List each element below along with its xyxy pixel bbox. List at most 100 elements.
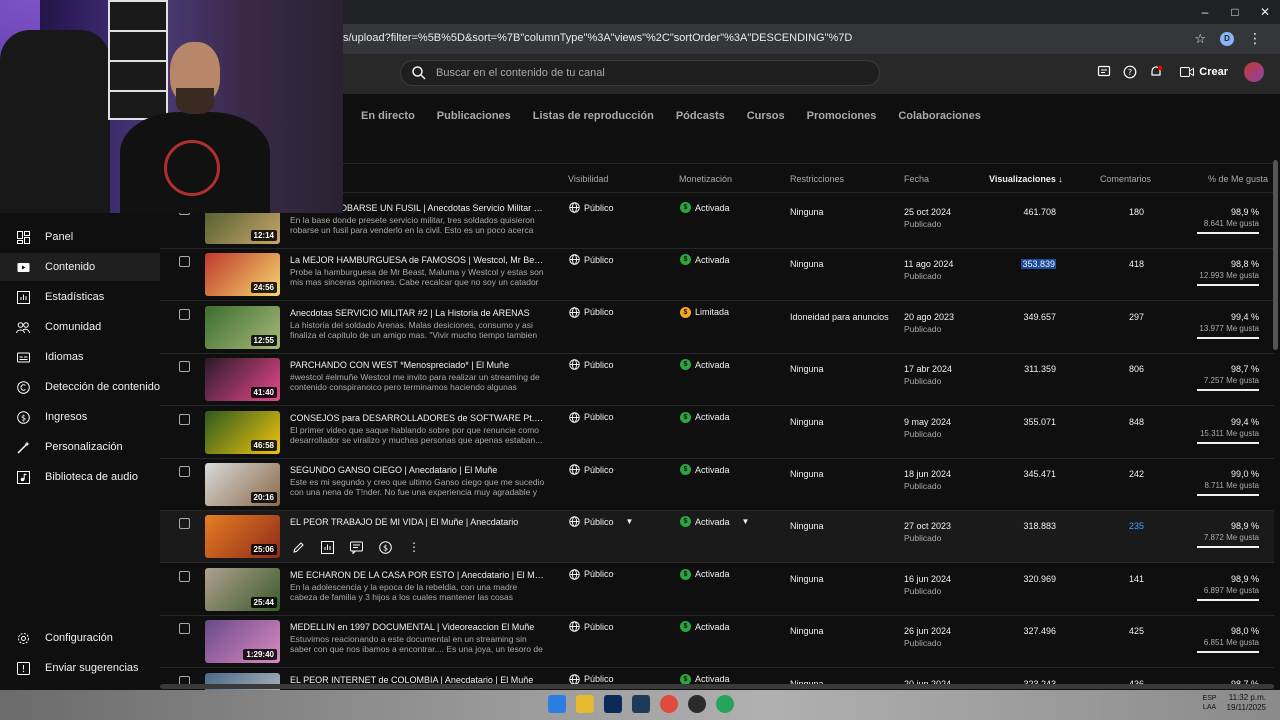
whatsapp-icon[interactable]: [716, 695, 734, 713]
comments-cell[interactable]: 235: [1129, 521, 1144, 531]
language-code: ESP: [1202, 695, 1217, 702]
likes-ratio-bar: [1197, 284, 1259, 287]
table-row[interactable]: 12:55 Anecdotas SERVICIO MILITAR #2 | La …: [160, 302, 1274, 354]
video-thumbnail[interactable]: 25:06: [205, 515, 280, 559]
horizontal-scrollbar[interactable]: [160, 684, 1274, 689]
globe-icon: [569, 464, 580, 475]
sidebar-item-sugerencias[interactable]: Enviar sugerencias: [0, 654, 160, 682]
avatar[interactable]: [1244, 62, 1264, 82]
row-checkbox[interactable]: [179, 623, 190, 635]
sidebar-item-ingresos[interactable]: $ Ingresos: [0, 403, 160, 431]
profile-icon[interactable]: D: [1220, 31, 1234, 46]
table-row[interactable]: 46:58 CONSEJOS para DESARROLLADORES de SO…: [160, 407, 1274, 459]
video-thumbnail[interactable]: 25:44: [205, 567, 280, 611]
video-thumbnail[interactable]: 41:40: [205, 358, 280, 402]
start-icon[interactable]: [548, 695, 566, 713]
clock[interactable]: 11:32 p.m. 19/11/2025: [1227, 693, 1266, 713]
col-likes[interactable]: % de Me gusta: [1208, 174, 1268, 184]
row-checkbox[interactable]: [179, 413, 190, 425]
video-title[interactable]: Anecdotas SERVICIO MILITAR #2 | La Histo…: [290, 308, 545, 318]
url-field[interactable]: s/upload?filter=%5B%5D&sort=%7B"columnTy…: [343, 32, 852, 44]
video-title[interactable]: PARCHANDO CON WEST *Menospreciado* | El …: [290, 360, 545, 370]
language-indicator[interactable]: ESP LAA: [1203, 694, 1217, 712]
row-checkbox[interactable]: [179, 518, 190, 530]
video-thumbnail[interactable]: 24:56: [205, 253, 280, 297]
sidebar-item-comunidad[interactable]: Comunidad: [0, 313, 160, 341]
sidebar-item-configuracion[interactable]: Configuración: [0, 624, 160, 652]
notifications-icon[interactable]: [1148, 64, 1164, 80]
col-views[interactable]: Visualizaciones ↓: [989, 174, 1063, 184]
chevron-down-icon[interactable]: ▼: [742, 517, 750, 526]
file-explorer-icon[interactable]: [576, 695, 594, 713]
monetization-label: Activada: [695, 359, 730, 370]
sidebar-item-estadisticas[interactable]: Estadísticas: [0, 283, 160, 311]
sidebar-item-panel[interactable]: Panel: [0, 223, 160, 251]
sidebar-item-personalizacion[interactable]: Personalización: [0, 433, 160, 461]
table-row[interactable]: 25:44 ME ECHARON DE LA CASA POR ESTO | An…: [160, 564, 1274, 616]
sidebar-item-biblioteca-audio[interactable]: Biblioteca de audio: [0, 463, 160, 491]
video-thumbnail[interactable]: 46:58: [205, 410, 280, 454]
maximize-button[interactable]: □: [1220, 0, 1250, 24]
photoshop-icon[interactable]: [604, 695, 622, 713]
row-checkbox[interactable]: [179, 570, 190, 582]
close-button[interactable]: ✕: [1250, 0, 1280, 24]
date-cell: 9 may 2024: [904, 416, 952, 427]
chevron-down-icon[interactable]: ▼: [626, 517, 634, 526]
video-title[interactable]: ME ECHARON DE LA CASA POR ESTO | Anecdat…: [290, 570, 545, 580]
col-date[interactable]: Fecha: [904, 174, 929, 184]
video-thumbnail[interactable]: 20:16: [205, 463, 280, 506]
table-row[interactable]: 25:06 EL PEOR TRABAJO DE MI VIDA | El Muñ…: [160, 511, 1274, 564]
video-title[interactable]: La MEJOR HAMBURGUESA de FAMOSOS | Westco…: [290, 255, 545, 265]
table-row[interactable]: 24:56 La MEJOR HAMBURGUESA de FAMOSOS | W…: [160, 249, 1274, 302]
comments-icon[interactable]: [348, 539, 364, 555]
tab-publicaciones[interactable]: Publicaciones: [437, 110, 511, 122]
sidebar-item-idiomas[interactable]: Idiomas: [0, 343, 160, 371]
row-checkbox[interactable]: [179, 308, 190, 320]
tab-en-directo[interactable]: En directo: [361, 110, 415, 122]
tab-podcasts[interactable]: Pódcasts: [676, 110, 725, 122]
col-comments[interactable]: Comentarios: [1100, 174, 1151, 184]
sidebar-item-label: Biblioteca de audio: [45, 471, 138, 483]
table-row[interactable]: 41:40 PARCHANDO CON WEST *Menospreciado* …: [160, 354, 1274, 407]
obs-icon[interactable]: [688, 695, 706, 713]
row-checkbox[interactable]: [179, 361, 190, 373]
video-title[interactable]: CONSEJOS para DESARROLLADORES de SOFTWAR…: [290, 413, 545, 423]
col-restrictions[interactable]: Restricciones: [790, 174, 844, 184]
tab-listas[interactable]: Listas de reproducción: [533, 110, 654, 122]
analytics-icon[interactable]: [319, 539, 335, 555]
col-visibility[interactable]: Visibilidad: [568, 174, 608, 184]
content-tabs: En directo Publicaciones Listas de repro…: [361, 110, 981, 122]
col-monetization[interactable]: Monetización: [679, 174, 732, 184]
help-icon[interactable]: ?: [1122, 64, 1138, 80]
sidebar-item-deteccion[interactable]: Detección de contenido: [0, 373, 160, 401]
monetization-cell[interactable]: $ Activada ▼: [680, 516, 750, 528]
video-title[interactable]: MEDELLIN en 1997 DOCUMENTAL | Videoreacc…: [290, 622, 545, 632]
video-title[interactable]: SEGUNDO GANSO CIEGO | Anecdatario | El M…: [290, 465, 545, 475]
edit-pencil-icon[interactable]: [290, 539, 306, 555]
row-checkbox[interactable]: [179, 256, 190, 268]
chrome-icon[interactable]: [660, 695, 678, 713]
video-thumbnail[interactable]: 1:29:40: [205, 620, 280, 664]
create-button[interactable]: Crear: [1174, 63, 1234, 81]
tab-cursos[interactable]: Cursos: [747, 110, 785, 122]
tab-promociones[interactable]: Promociones: [807, 110, 877, 122]
row-checkbox[interactable]: [179, 466, 190, 477]
more-options-icon[interactable]: ⋮: [406, 539, 422, 555]
table-row[interactable]: 1:29:40 MEDELLIN en 1997 DOCUMENTAL | Vid…: [160, 616, 1274, 669]
visibility-cell[interactable]: Público ▼: [569, 516, 634, 528]
video-title[interactable]: EL PEOR TRABAJO DE MI VIDA | El Muñe | A…: [290, 517, 545, 527]
bookmark-star-icon[interactable]: ☆: [1194, 31, 1206, 47]
browser-menu-icon[interactable]: ⋮: [1248, 30, 1262, 47]
search-bar[interactable]: Buscar en el contenido de tu canal: [400, 60, 880, 86]
window-controls: – □ ✕: [1190, 0, 1280, 24]
search-input[interactable]: Buscar en el contenido de tu canal: [436, 67, 605, 79]
tab-colaboraciones[interactable]: Colaboraciones: [898, 110, 981, 122]
table-row[interactable]: 20:16 SEGUNDO GANSO CIEGO | Anecdatario |…: [160, 459, 1274, 511]
messages-icon[interactable]: [1096, 64, 1112, 80]
powershell-icon[interactable]: [632, 695, 650, 713]
sidebar-item-contenido[interactable]: Contenido: [0, 253, 160, 281]
monetization-dollar-icon[interactable]: $: [377, 539, 393, 555]
video-thumbnail[interactable]: 12:55: [205, 305, 280, 349]
vertical-scrollbar[interactable]: [1273, 160, 1278, 350]
minimize-button[interactable]: –: [1190, 0, 1220, 24]
